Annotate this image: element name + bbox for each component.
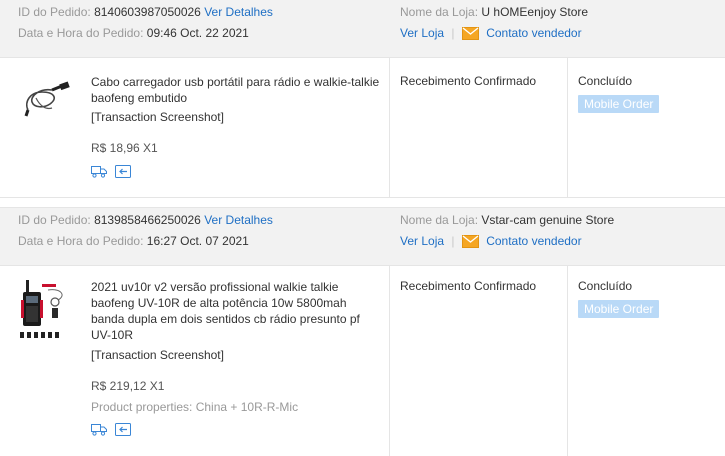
product-price: R$ 18,96 X1: [91, 141, 158, 155]
store-name-value: U hOMEenjoy Store: [481, 5, 589, 19]
order-id-label: ID do Pedido:: [18, 5, 91, 19]
view-details-link[interactable]: Ver Detalhes: [204, 213, 273, 227]
mail-icon[interactable]: [461, 27, 479, 44]
product-title-link[interactable]: 2021 uv10r v2 versão profissional walkie…: [91, 279, 381, 343]
order-date-row: Data e Hora do Pedido: 16:27 Oct. 07 202…: [18, 233, 249, 249]
column-divider: [567, 266, 568, 456]
order-status: Recebimento Confirmado: [400, 74, 537, 88]
separator: |: [451, 234, 455, 248]
mobile-order-badge: Mobile Order: [578, 95, 660, 113]
order-id-value: 8139858466250026: [94, 213, 201, 227]
order-date-row: Data e Hora do Pedido: 09:46 Oct. 22 202…: [18, 25, 249, 41]
store-name-label: Nome da Loja:: [400, 213, 479, 227]
order-header: ID do Pedido: 8140603987050026 Ver Detal…: [0, 0, 725, 58]
store-name-value: Vstar-cam genuine Store: [481, 213, 615, 227]
separator: |: [451, 26, 455, 40]
store-actions-row: Ver Loja | Contato vendedor: [400, 233, 582, 252]
store-name-label: Nome da Loja:: [400, 5, 479, 19]
product-actions: [91, 423, 131, 439]
view-store-link[interactable]: Ver Loja: [400, 26, 444, 40]
order-date-value: 09:46 Oct. 22 2021: [146, 26, 249, 40]
mail-icon[interactable]: [461, 235, 479, 252]
product-properties: Product properties: China + 10R-R-Mic: [91, 400, 299, 414]
transaction-snapshot-link[interactable]: [Transaction Screenshot]: [91, 110, 224, 124]
column-divider: [389, 266, 390, 456]
order-status: Recebimento Confirmado: [400, 279, 537, 293]
column-divider: [389, 58, 390, 197]
order-date-value: 16:27 Oct. 07 2021: [146, 234, 249, 248]
order-card: ID do Pedido: 8139858466250026 Ver Detal…: [0, 207, 725, 456]
order-id-label: ID do Pedido:: [18, 213, 91, 227]
order-id-value: 8140603987050026: [94, 5, 201, 19]
return-icon[interactable]: [115, 165, 131, 181]
order-id-row: ID do Pedido: 8140603987050026 Ver Detal…: [18, 4, 273, 20]
mobile-order-badge: Mobile Order: [578, 300, 660, 318]
order-state: Concluído: [578, 74, 633, 88]
return-icon[interactable]: [115, 423, 131, 439]
store-name-row: Nome da Loja: Vstar-cam genuine Store: [400, 212, 614, 228]
view-details-link[interactable]: Ver Detalhes: [204, 5, 273, 19]
cable-thumbnail[interactable]: [22, 80, 74, 123]
radio-thumbnail[interactable]: [18, 278, 70, 343]
contact-seller-link[interactable]: Contato vendedor: [486, 234, 581, 248]
order-header: ID do Pedido: 8139858466250026 Ver Detal…: [0, 207, 725, 266]
product-actions: [91, 165, 131, 181]
store-name-row: Nome da Loja: U hOMEenjoy Store: [400, 4, 588, 20]
column-divider: [567, 58, 568, 197]
truck-icon[interactable]: [91, 165, 107, 181]
order-state: Concluído: [578, 279, 633, 293]
store-actions-row: Ver Loja | Contato vendedor: [400, 25, 582, 44]
order-body: 2021 uv10r v2 versão profissional walkie…: [0, 266, 725, 456]
product-title-link[interactable]: Cabo carregador usb portátil para rádio …: [91, 74, 381, 106]
view-store-link[interactable]: Ver Loja: [400, 234, 444, 248]
order-date-label: Data e Hora do Pedido:: [18, 26, 144, 40]
transaction-snapshot-link[interactable]: [Transaction Screenshot]: [91, 348, 224, 362]
order-date-label: Data e Hora do Pedido:: [18, 234, 144, 248]
product-price: R$ 219,12 X1: [91, 379, 165, 393]
truck-icon[interactable]: [91, 423, 107, 439]
order-body: Cabo carregador usb portátil para rádio …: [0, 58, 725, 198]
order-card: ID do Pedido: 8140603987050026 Ver Detal…: [0, 0, 725, 198]
contact-seller-link[interactable]: Contato vendedor: [486, 26, 581, 40]
order-id-row: ID do Pedido: 8139858466250026 Ver Detal…: [18, 212, 273, 228]
